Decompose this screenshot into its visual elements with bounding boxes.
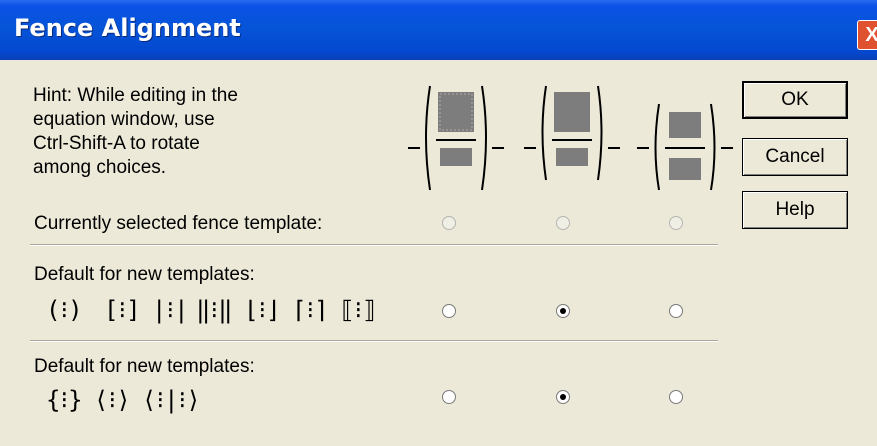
- ok-button[interactable]: OK: [742, 81, 848, 119]
- hint-text: Hint: While editing in the equation wind…: [33, 85, 238, 178]
- default2-option-2-radio[interactable]: [556, 390, 570, 404]
- default1-option-1-radio[interactable]: [442, 304, 456, 318]
- current-template-label: Currently selected fence template:: [34, 213, 323, 234]
- close-icon[interactable]: X: [857, 20, 877, 50]
- current-option-1-radio: [442, 216, 456, 230]
- dialog-body: Hint: While editing in the equation wind…: [8, 60, 877, 446]
- default2-option-1-radio[interactable]: [442, 390, 456, 404]
- paren-template-icon: (⁝): [46, 296, 83, 324]
- separator-1: [30, 244, 718, 246]
- help-button[interactable]: Help: [742, 191, 848, 229]
- dialog-title: Fence Alignment: [14, 14, 241, 42]
- template-glyph-row-1: (⁝) [⁝] |⁝| ‖⁝‖ ⌊⁝⌋ ⌈⁝⌉ ⟦⁝⟧: [46, 296, 386, 332]
- double-bracket-template-icon: ⟦⁝⟧: [340, 296, 377, 324]
- double-bar-template-icon: ‖⁝‖: [196, 296, 233, 324]
- floor-template-icon: ⌊⁝⌋: [244, 296, 281, 324]
- bar-template-icon: |⁝|: [152, 296, 189, 324]
- angle-template-icon: ⟨⁝⟩: [94, 386, 131, 414]
- default-templates-label-2: Default for new templates:: [34, 356, 255, 377]
- fence-align-center-icon: [524, 85, 620, 181]
- template-glyph-row-2: {⁝} ⟨⁝⟩ ⟨⁝|⁝⟩: [46, 386, 246, 422]
- fence-align-math-icon: [637, 103, 733, 191]
- fence-alignment-dialog: Fence Alignment X Hint: While editing in…: [0, 0, 877, 446]
- default-templates-label-1: Default for new templates:: [34, 264, 255, 285]
- default1-option-2-radio[interactable]: [556, 304, 570, 318]
- current-option-3-radio: [669, 216, 683, 230]
- brace-template-icon: {⁝}: [46, 386, 83, 414]
- separator-2: [30, 340, 718, 342]
- cancel-button[interactable]: Cancel: [742, 138, 848, 176]
- current-option-2-radio: [556, 216, 570, 230]
- title-bar[interactable]: Fence Alignment X: [0, 0, 877, 60]
- bracket-template-icon: [⁝]: [104, 296, 141, 324]
- default1-option-3-radio[interactable]: [669, 304, 683, 318]
- angle-bar-template-icon: ⟨⁝|⁝⟩: [142, 386, 201, 414]
- default2-option-3-radio[interactable]: [669, 390, 683, 404]
- ceiling-template-icon: ⌈⁝⌉: [292, 296, 329, 324]
- fence-align-stretch-icon: [408, 85, 504, 191]
